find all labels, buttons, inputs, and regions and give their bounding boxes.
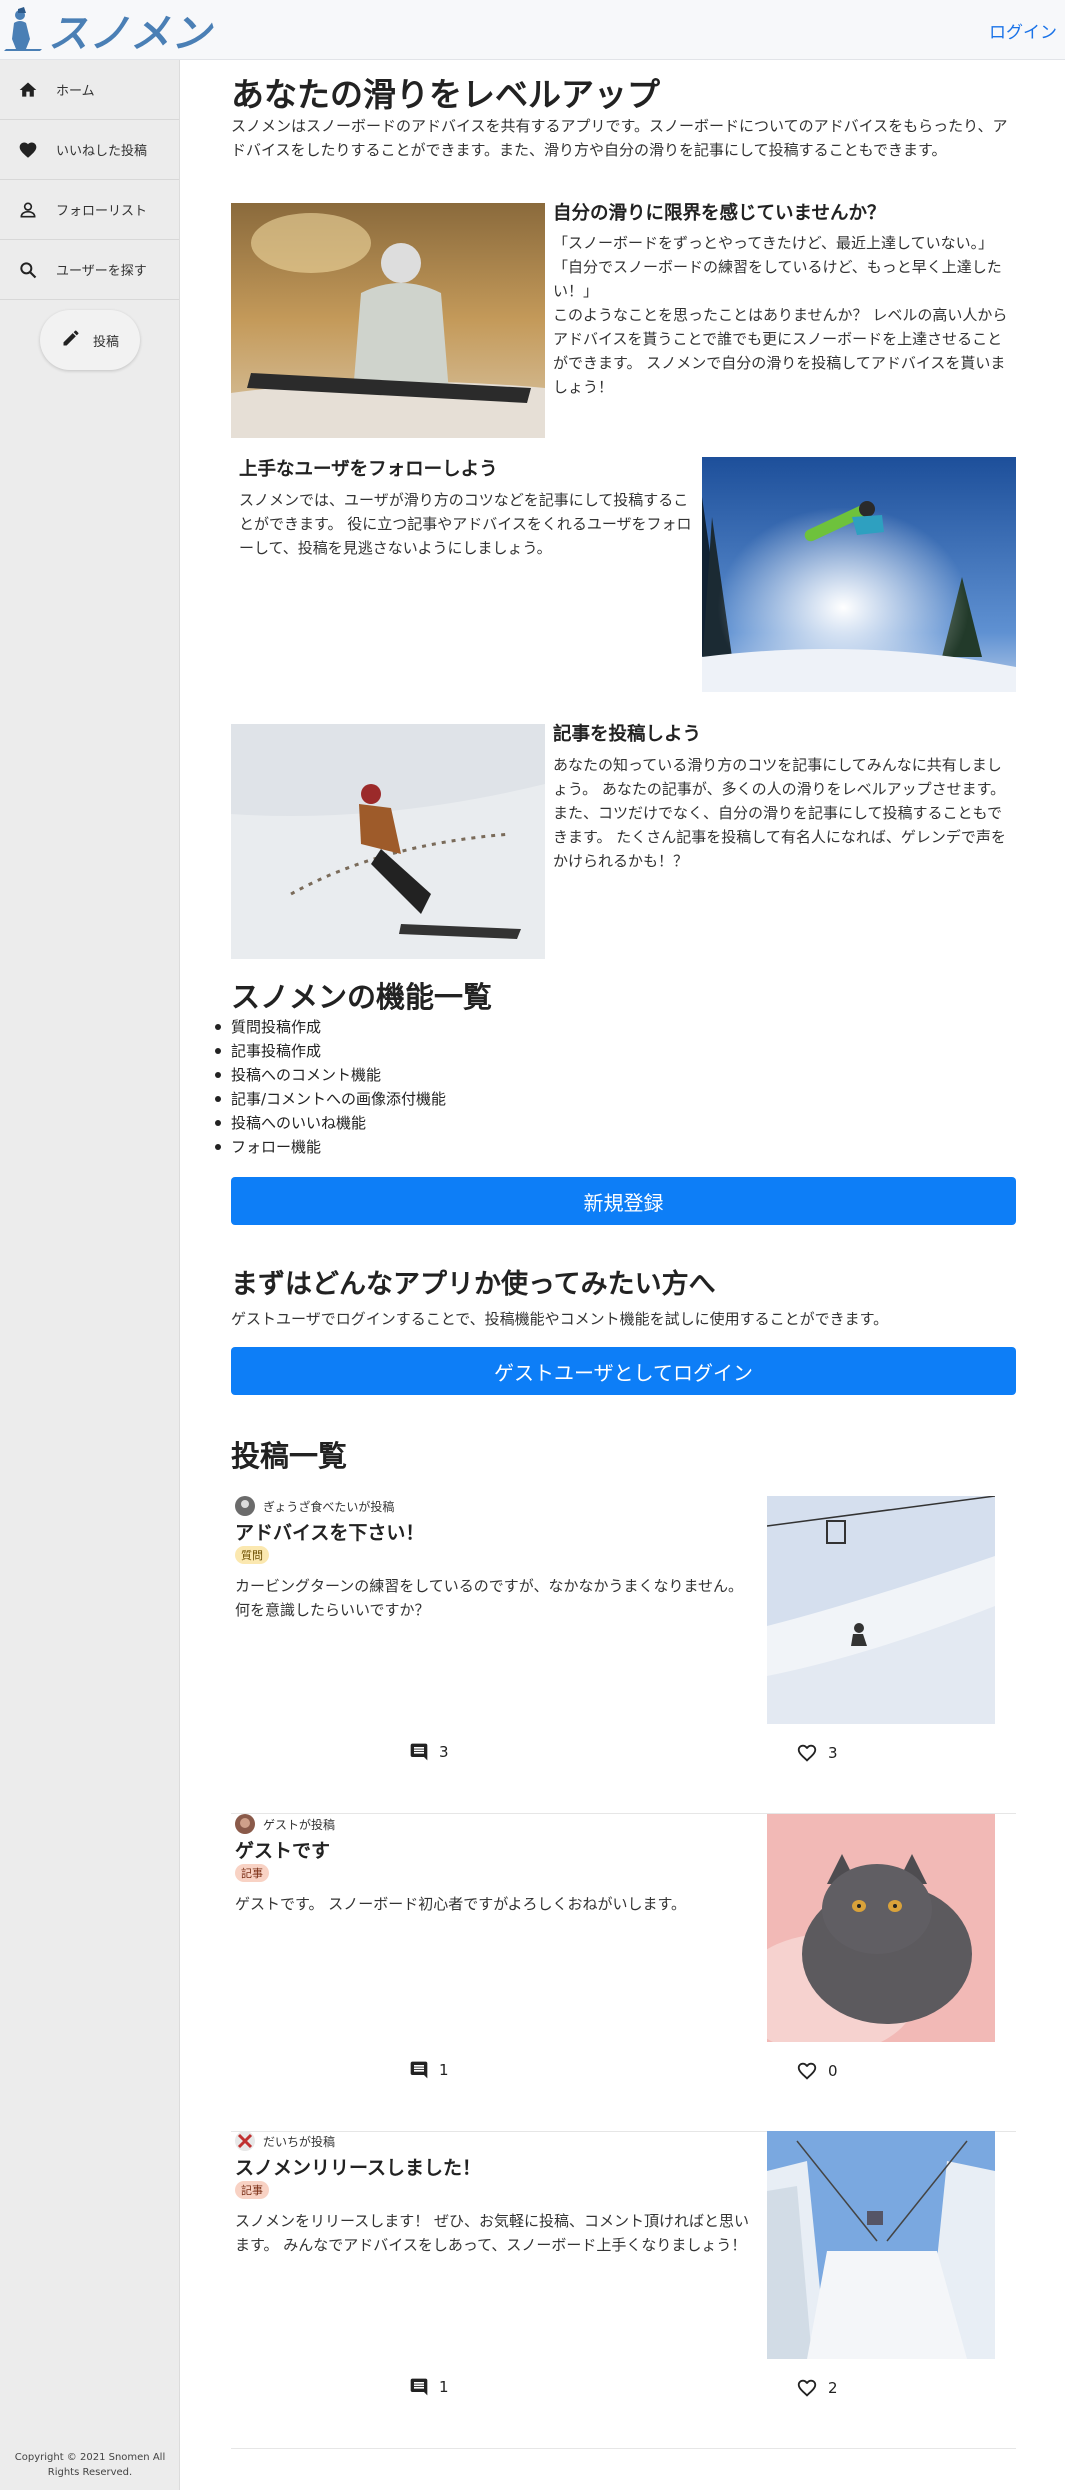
- comment-count[interactable]: 1: [409, 2060, 449, 2080]
- function-item: フォロー機能: [214, 1135, 446, 1159]
- login-link[interactable]: ログイン: [989, 18, 1057, 43]
- post-card[interactable]: だいちが投稿 スノメンリリースしました！ 記事 スノメンをリリースします！ ぜひ…: [231, 2131, 1016, 2449]
- feature-body: 「スノーボードをずっとやってきたけど、最近上達していない。」 「自分でスノーボー…: [553, 234, 1008, 396]
- post-tag: 記事: [235, 2181, 269, 2199]
- post-meta: だいちが投稿: [235, 2131, 335, 2151]
- post-body: ゲストです。 スノーボード初心者ですがよろしくおねがいします。: [235, 1895, 687, 1913]
- function-item: 投稿へのいいね機能: [214, 1111, 446, 1135]
- avatar[interactable]: [235, 1814, 255, 1834]
- feature-image-sitting-snowboarder: [231, 203, 545, 438]
- post-title[interactable]: スノメンリリースしました！: [235, 2153, 481, 2180]
- functions-title: スノメンの機能一覧: [231, 980, 493, 1014]
- sidebar-item-follow-list[interactable]: フォローリスト: [0, 180, 179, 240]
- function-item: 投稿へのコメント機能: [214, 1063, 446, 1087]
- like-button[interactable]: 0: [796, 2060, 838, 2082]
- guest-description: ゲストユーザでログインすることで、投稿機能やコメント機能を試しに使用することがで…: [231, 1310, 889, 1328]
- post-image: [767, 1496, 995, 1724]
- comment-count-value: 1: [439, 2378, 449, 2396]
- sidebar-item-label: ユーザーを探す: [56, 264, 147, 279]
- snowboarder-logo-icon: [4, 7, 42, 51]
- pencil-icon: [61, 328, 81, 352]
- poster-name: ぎょうざ食べたいが投稿: [263, 1499, 395, 1514]
- like-count-value: 2: [828, 2379, 838, 2397]
- post-meta: ぎょうざ食べたいが投稿: [235, 1496, 394, 1516]
- hero-title: あなたの滑りをレベルアップ: [231, 75, 660, 114]
- logo[interactable]: スノメン: [0, 4, 212, 57]
- like-count-value: 3: [828, 1744, 838, 1762]
- sidebar-item-label: フォローリスト: [56, 204, 148, 219]
- sidebar-item-liked-posts[interactable]: いいねした投稿: [0, 120, 179, 180]
- post-meta: ゲストが投稿: [235, 1814, 335, 1834]
- post-body: スノメンをリリースします！ ぜひ、お気軽に投稿、コメント頂ければと思います。 み…: [235, 2212, 750, 2254]
- post-image: [767, 2131, 995, 2359]
- poster-name: だいちが投稿: [263, 2134, 336, 2149]
- sidebar-item-find-users[interactable]: ユーザーを探す: [0, 240, 179, 300]
- post-title[interactable]: アドバイスを下さい！: [235, 1518, 424, 1545]
- comment-icon: [410, 1743, 428, 1761]
- copyright: Copyright © 2021 Snomen All Rights Reser…: [14, 2452, 166, 2478]
- comment-count[interactable]: 1: [409, 2377, 449, 2397]
- heart-icon: [18, 140, 38, 160]
- avatar[interactable]: [235, 2131, 255, 2151]
- posts-title: 投稿一覧: [231, 1439, 348, 1473]
- like-button[interactable]: 3: [796, 1742, 838, 1764]
- guest-title: まずはどんなアプリか使ってみたい方へ: [231, 1269, 716, 1300]
- comment-count-value: 3: [439, 1743, 449, 1761]
- post-body: カービングターンの練習をしているのですが、なかなかうまくなりません。 何を意識し…: [235, 1577, 744, 1619]
- feature-title: 上手なユーザをフォローしよう: [239, 459, 498, 480]
- avatar[interactable]: [235, 1496, 255, 1516]
- post-title[interactable]: ゲストです: [235, 1836, 330, 1863]
- feature-image-carving-snowboarder: [231, 724, 545, 959]
- hero-description: スノメンはスノーボードのアドバイスを共有するアプリです。スノーボードについてのア…: [231, 117, 1008, 159]
- feature-image-jumping-snowboarder: [702, 457, 1016, 692]
- feature-body: スノメンでは、ユーザが滑り方のコツなどを記事にして投稿することができます。 役に…: [239, 491, 692, 557]
- comment-count[interactable]: 3: [409, 1742, 449, 1762]
- sidebar-item-home[interactable]: ホーム: [0, 60, 179, 120]
- logo-text: スノメン: [48, 11, 212, 57]
- like-button[interactable]: 2: [796, 2377, 838, 2399]
- create-post-button[interactable]: 投稿: [40, 310, 140, 370]
- feature-title: 自分の滑りに限界を感じていませんか？: [553, 203, 886, 224]
- post-card[interactable]: ぎょうざ食べたいが投稿 アドバイスを下さい！ 質問 カービングターンの練習をして…: [231, 1496, 1016, 1814]
- heart-outline-icon: [797, 1744, 817, 1762]
- search-icon: [18, 260, 38, 280]
- sidebar: ホーム いいねした投稿 フォローリスト ユーザーを探す 投稿 Copyright…: [0, 60, 180, 2490]
- guest-login-button[interactable]: ゲストユーザとしてログイン: [231, 1347, 1016, 1395]
- functions-list: 質問投稿作成 記事投稿作成 投稿へのコメント機能 記事/コメントへの画像添付機能…: [214, 1015, 446, 1159]
- person-icon: [18, 200, 38, 220]
- function-item: 記事投稿作成: [214, 1039, 446, 1063]
- home-icon: [18, 80, 38, 100]
- comment-count-value: 1: [439, 2061, 449, 2079]
- comment-icon: [410, 2061, 428, 2079]
- poster-name: ゲストが投稿: [263, 1817, 336, 1832]
- post-image: [767, 1814, 995, 2042]
- signup-button[interactable]: 新規登録: [231, 1177, 1016, 1225]
- comment-icon: [410, 2378, 428, 2396]
- sidebar-item-label: ホーム: [56, 84, 95, 99]
- post-tag: 記事: [235, 1864, 269, 1882]
- like-count-value: 0: [828, 2062, 838, 2080]
- feature-title: 記事を投稿しよう: [553, 724, 702, 745]
- post-tag: 質問: [235, 1546, 269, 1564]
- heart-outline-icon: [797, 2379, 817, 2397]
- function-item: 記事/コメントへの画像添付機能: [214, 1087, 446, 1111]
- create-post-label: 投稿: [92, 334, 119, 350]
- heart-outline-icon: [797, 2062, 817, 2080]
- feature-body: あなたの知っている滑り方のコツを記事にしてみんなに共有しましょう。 あなたの記事…: [553, 756, 1006, 870]
- app-header: スノメン ログイン: [0, 0, 1065, 60]
- function-item: 質問投稿作成: [214, 1015, 446, 1039]
- post-card[interactable]: ゲストが投稿 ゲストです 記事 ゲストです。 スノーボード初心者ですがよろしくお…: [231, 1814, 1016, 2132]
- sidebar-item-label: いいねした投稿: [56, 144, 148, 159]
